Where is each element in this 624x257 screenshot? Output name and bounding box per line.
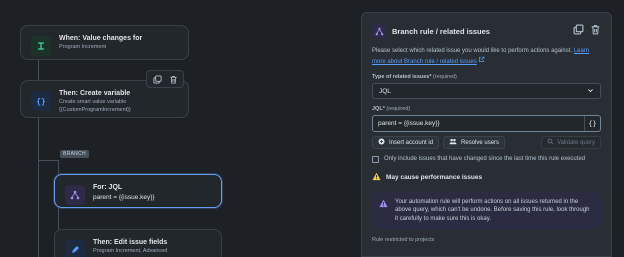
edit-issue-title: Then: Edit issue fields: [93, 239, 168, 246]
edit-icon: [65, 240, 85, 257]
config-panel: Branch rule / related issues Please sele…: [361, 12, 612, 257]
only-changed-option: Only include issues that have changed si…: [372, 155, 601, 164]
create-variable-name: {{CustomProgramIncrement}}: [59, 106, 131, 113]
branch-icon: [65, 185, 85, 205]
performance-warning: May cause performance issues: [372, 172, 601, 183]
jql-required: (required): [386, 106, 411, 112]
type-select-value: JQL: [379, 87, 391, 95]
info-message: Your automation rule will perform action…: [372, 191, 601, 229]
copy-icon[interactable]: [152, 74, 162, 84]
delete-icon[interactable]: [590, 22, 601, 40]
type-label: Type of related issues* (required): [372, 73, 601, 81]
external-link-icon: [478, 56, 485, 65]
jql-label: JQL* (required): [372, 105, 601, 113]
jql-label-text: JQL*: [372, 106, 385, 112]
chevron-down-icon: [587, 87, 594, 96]
duplicate-icon[interactable]: [573, 22, 584, 40]
branch-tag: BRANCH: [60, 150, 89, 158]
branch-rule-icon: [372, 24, 386, 38]
only-changed-checkbox[interactable]: [372, 156, 379, 163]
node-toolbar: [146, 70, 184, 88]
for-jql-title: For: JQL: [93, 184, 123, 191]
warning-text: May cause performance issues: [386, 173, 483, 181]
for-jql-query: parent = {{issue.key}}: [93, 194, 155, 201]
connector-line: [38, 160, 58, 161]
resolve-users-button[interactable]: Resolve users: [443, 136, 506, 149]
smart-value-button[interactable]: {}: [584, 116, 600, 131]
for-jql-node[interactable]: For: JQL parent = {{issue.key}}: [54, 174, 222, 208]
trigger-title: When: Value changes for: [59, 35, 143, 42]
trigger-node[interactable]: When: Value changes for Program Incremen…: [20, 25, 189, 60]
rule-canvas: When: Value changes for Program Incremen…: [0, 0, 356, 257]
insert-account-id-button[interactable]: Insert account id: [372, 136, 440, 149]
panel-title: Branch rule / related issues: [392, 26, 490, 36]
connector-line: [58, 160, 59, 174]
panel-description: Please select which related issue you wo…: [372, 47, 601, 67]
create-variable-subtitle: Create smart value variable: [59, 99, 127, 105]
connector-line: [58, 208, 59, 230]
plus-icon: [378, 138, 385, 147]
search-icon: [547, 138, 554, 147]
type-required: (required): [433, 74, 457, 80]
type-select[interactable]: JQL: [372, 83, 601, 99]
delete-icon[interactable]: [168, 74, 178, 84]
type-label-text: Type of related issues*: [372, 74, 432, 80]
validate-query-label: Validate query: [557, 139, 595, 146]
validate-query-button[interactable]: Validate query: [541, 136, 601, 149]
connector-line: [38, 58, 39, 80]
panel-header: Branch rule / related issues: [372, 23, 601, 39]
only-changed-label: Only include issues that have changed si…: [384, 156, 586, 162]
jql-input[interactable]: parent = {{issue.key}} {}: [372, 115, 601, 132]
trigger-subtitle: Program Increment: [59, 44, 107, 50]
description-text: Please select which related issue you wo…: [372, 48, 573, 54]
warning-icon: [372, 172, 381, 183]
connector-line: [38, 118, 39, 257]
info-icon: [379, 199, 388, 208]
edit-issue-node[interactable]: Then: Edit issue fields Program Incremen…: [54, 229, 222, 257]
variable-icon: {}: [31, 91, 51, 111]
create-variable-title: Then: Create variable: [59, 90, 131, 97]
jql-actions: Insert account id Resolve users Validate…: [372, 136, 601, 149]
users-icon: [449, 138, 457, 147]
restricted-projects-label: Rule restricted to projects: [372, 237, 435, 243]
trigger-icon: [31, 36, 51, 56]
jql-input-value: parent = {{issue.key}}: [378, 120, 440, 127]
info-text: Your automation rule will perform action…: [395, 198, 590, 222]
insert-account-id-label: Insert account id: [389, 139, 434, 146]
resolve-users-label: Resolve users: [461, 139, 500, 146]
edit-issue-subtitle: Program Increment, Advanced: [93, 248, 168, 254]
